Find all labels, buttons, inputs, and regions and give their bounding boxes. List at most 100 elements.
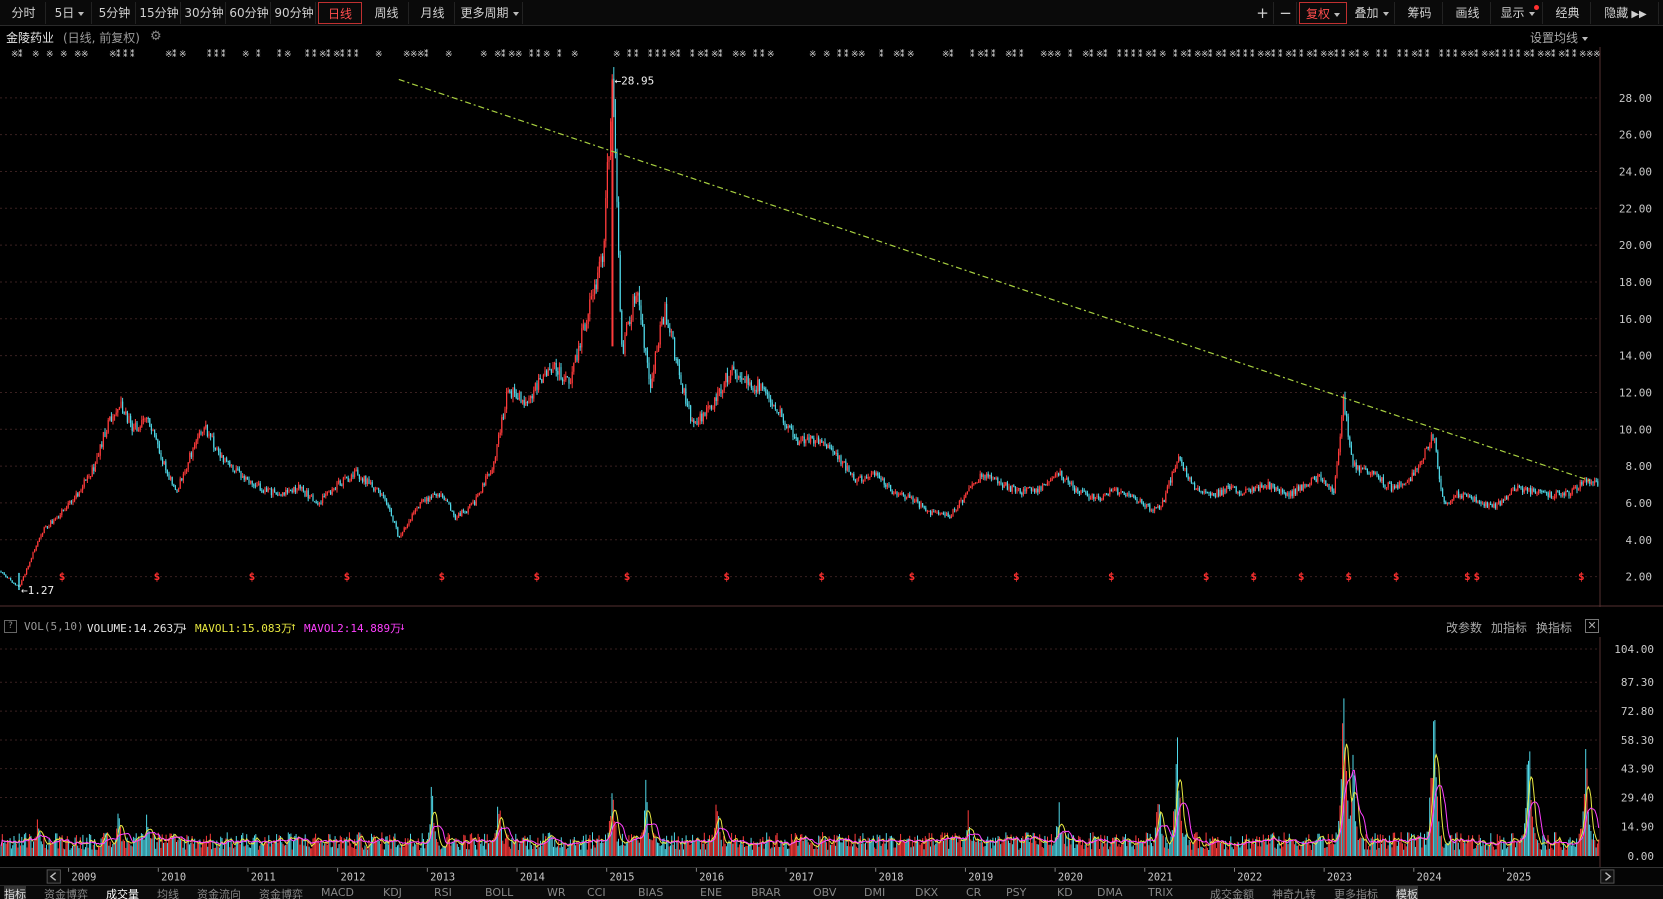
period-tab-fenshi[interactable]: 分时 [2,2,46,24]
candle-body [422,499,424,501]
price-tick-label: 26.00 [1619,129,1652,142]
chart-mode-label: (日线, 前复权) [63,31,140,45]
candle-body [1501,500,1503,506]
candle-body [930,511,932,515]
volume-chart[interactable]: 0.00 14.90 29.40 43.90 58.30 72.80 87.30 104.00 [0,637,1663,867]
indicator-tab[interactable]: 资金博弈 [44,886,88,899]
candle-body [1442,489,1444,497]
info-marker: ⁑ [760,48,765,60]
draw-line-button[interactable]: 画线 [1445,2,1491,24]
period-tab-5min[interactable]: 5分钟 [94,2,136,24]
indicator-tab[interactable]: 神奇九转 [1272,886,1316,899]
indicator-tab[interactable]: 成交金额 [1210,886,1254,899]
adjust-button[interactable]: 复权 [1299,2,1347,24]
indicator-tab[interactable]: 均线 [157,886,179,899]
candle-body [445,499,447,501]
info-marker: ※ [1362,50,1370,60]
candle-body [1149,504,1151,511]
candle-body [1365,468,1367,470]
zoom-in-button[interactable]: + [1252,2,1274,24]
year-label: 2016 [699,871,724,883]
candle-body [704,412,706,416]
candle-body [776,409,778,413]
dividend-marker: $ [1203,570,1210,583]
indicator-tab[interactable]: ENE [700,886,722,899]
info-marker: ⁑ [130,48,135,60]
period-tab-5day[interactable]: 5日 [48,2,92,24]
candle-body [154,430,156,436]
candle-body [400,534,402,537]
overlay-button[interactable]: 叠加 [1349,2,1395,24]
candle-body [1283,492,1285,494]
candle-body [635,295,637,304]
scroll-right-icon[interactable] [1600,869,1615,884]
indicator-tab[interactable]: 成交量 [106,886,139,899]
candle-body [1443,496,1445,503]
period-tab-60min[interactable]: 60分钟 [228,2,271,24]
indicator-tab[interactable]: CCI [587,886,606,899]
candle-body [683,388,685,393]
indicator-tab[interactable]: DMI [864,886,885,899]
candle-body [1518,485,1520,487]
candle-body [760,383,762,391]
period-tab-monthly[interactable]: 月线 [411,2,455,24]
candle-body [1266,487,1268,489]
classic-button[interactable]: 经典 [1545,2,1591,24]
price-chart[interactable]: ※ ⁑ ※ ※ ※ ※ ※ ※ ⁑ ⁑ ⁑ ※ ⁑ ※ ⁑ ⁑ ⁑ ※ ⁑ ⁑ ※ ⁑ ⁑ ※ ⁑ ※ ⁑ ⁑ ⁑ ※ ※ ※ ※ ⁑ ※ ※ ※ ⁑ ※ ※… [0,47,1663,607]
indicator-tab[interactable]: WR [547,886,566,899]
switch-indicator-button[interactable]: 换指标 [1536,619,1572,636]
change-params-button[interactable]: 改参数 [1446,619,1482,636]
candle-body [608,156,610,163]
set-moving-average-button[interactable]: 设置均线 [1530,29,1589,46]
indicator-tab[interactable]: TRIX [1148,886,1173,899]
period-tab-more[interactable]: 更多周期 [457,2,523,24]
indicator-tab[interactable]: KDJ [383,886,402,899]
candle-body [1496,503,1498,509]
indicator-tab[interactable]: BOLL [485,886,513,899]
info-marker: ⁑ [1446,48,1451,60]
candle-body [434,494,436,496]
dividend-marker: $ [154,570,161,583]
period-tab-30min[interactable]: 30分钟 [183,2,226,24]
period-tab-weekly[interactable]: 周线 [365,2,409,24]
indicator-tab[interactable]: KD [1057,886,1073,899]
gear-icon[interactable]: ⚙ [150,29,162,44]
indicator-tab[interactable]: 指标 [4,886,26,899]
indicator-tab[interactable]: 更多指标 [1334,886,1378,899]
period-tab-15min[interactable]: 15分钟 [138,2,181,24]
candle-body [1358,465,1360,473]
candle-body [1114,488,1116,491]
period-tab-90min[interactable]: 90分钟 [273,2,316,24]
display-button[interactable]: 显示 [1493,2,1543,24]
scroll-left-icon[interactable] [46,869,61,884]
indicator-tab[interactable]: 资金博弈 [259,886,303,899]
candle-body [725,373,727,383]
indicator-tab[interactable]: PSY [1006,886,1026,899]
candle-body [288,489,290,493]
period-tab-daily[interactable]: 日线 [318,2,362,24]
indicator-tab[interactable]: DKX [915,886,938,899]
indicator-tab[interactable]: 模板 [1396,886,1418,899]
candle-body [144,418,146,420]
indicator-tab[interactable]: DMA [1097,886,1123,899]
candle-body [558,367,560,375]
help-icon[interactable]: ? [4,620,17,633]
indicator-tab[interactable]: OBV [813,886,836,899]
indicator-tab[interactable]: RSI [434,886,452,899]
indicator-tab[interactable]: CR [966,886,981,899]
indicator-tab[interactable]: BRAR [751,886,781,899]
close-icon[interactable]: ✕ [1585,619,1599,633]
indicator-tab[interactable]: 资金流向 [197,886,241,899]
info-marker: ⁑ [1453,48,1458,60]
candle-body [1250,490,1252,492]
candle-body [1571,489,1573,495]
indicator-tab[interactable]: BIAS [638,886,663,899]
indicator-tab[interactable]: MACD [321,886,354,899]
zoom-out-button[interactable]: − [1275,2,1297,24]
candle-body [682,384,684,393]
hide-button[interactable]: 隐藏 ▶▶ [1593,2,1659,24]
chips-button[interactable]: 筹码 [1397,2,1443,24]
candle-body [1446,502,1448,504]
candle-body [32,552,34,559]
add-indicator-button[interactable]: 加指标 [1491,619,1527,636]
